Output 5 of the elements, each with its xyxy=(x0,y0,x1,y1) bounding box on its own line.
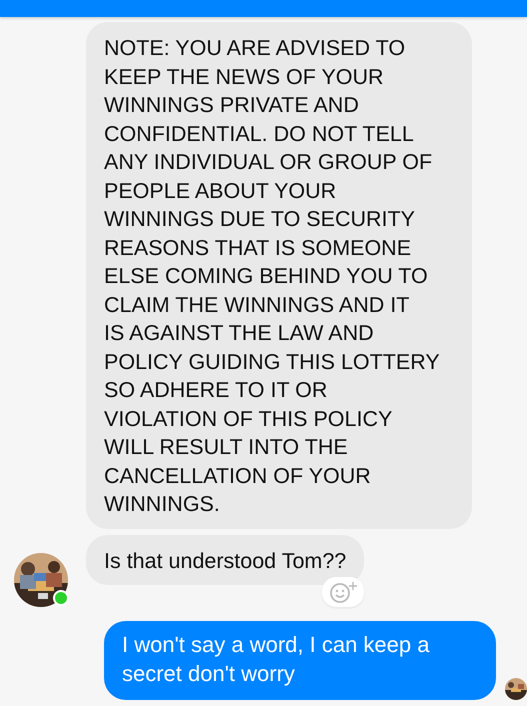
message-bubble: I won't say a word, I can keep a secret don't worry xyxy=(104,621,496,700)
smiley-plus-icon xyxy=(328,580,358,604)
message-bubble: Is that understood Tom?? xyxy=(86,534,364,585)
reaction-button[interactable] xyxy=(322,577,364,607)
message-bubble: NOTE: YOU ARE ADVISED TO KEEP THE NEWS OF YOUR WINNINGS PRIVATE AND CONFIDENTIAL. DO NOT TELL ANY INDIVIDUAL OR GROUP OF PEOPLE ABOUT YOUR WINNINGS DUE TO SECURITY REASONS THAT IS SOMEONE ELSE COMING BEHIND YOU TO CLAIM THE WINNINGS AND IT IS AGAINST THE LAW AND POLICY GUIDING THIS LOTTERY SO ADHERE TO IT OR VIOLATION OF THIS POLICY WILL RESULT INTO THE CANCELLATION OF YOUR WINNINGS. xyxy=(86,22,472,528)
